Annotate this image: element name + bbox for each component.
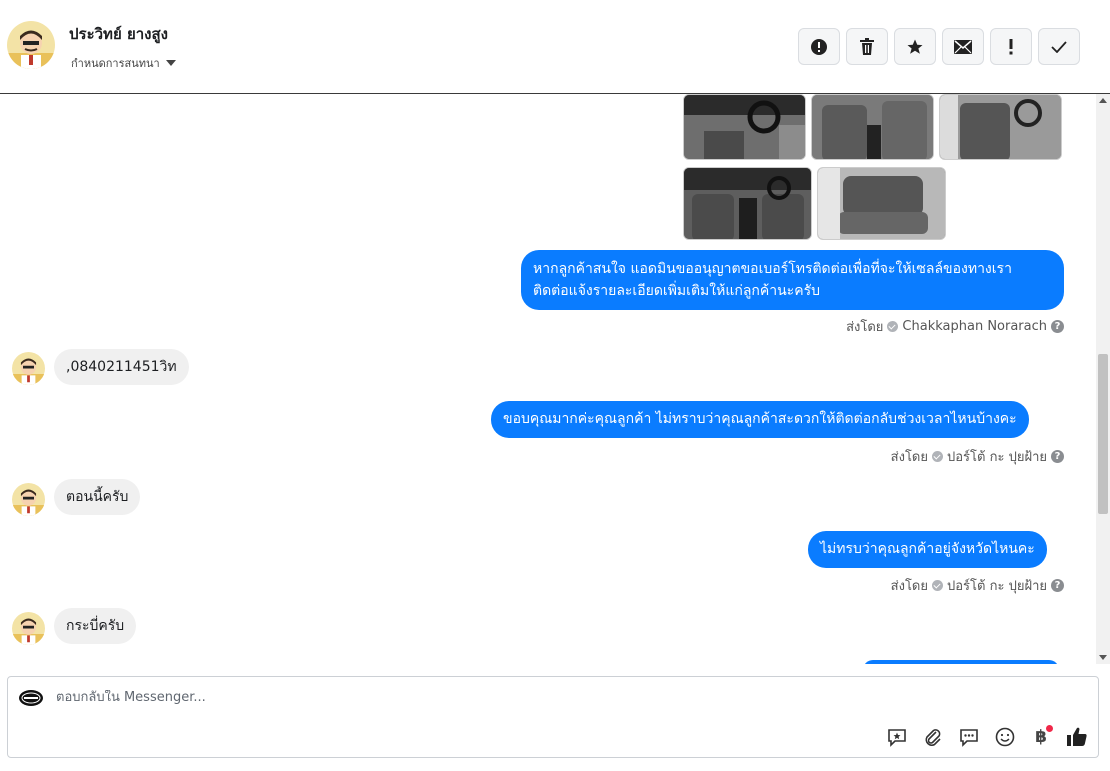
sent-by-info: ส่งโดย Chakkaphan Norarach ? [846, 316, 1064, 337]
emoji-button[interactable] [993, 725, 1017, 749]
outgoing-message[interactable]: ขอบคุณมากค่ะคุณลูกค้า ไม่ทราบว่าคุณลูกค้… [491, 401, 1029, 438]
thumbs-up-icon [1067, 727, 1087, 746]
reply-actions: ฿ [885, 725, 1089, 749]
incoming-message[interactable]: ,0840211451วิท [54, 349, 189, 385]
sent-by-label: ส่งโดย [890, 579, 928, 594]
contact-avatar-small[interactable] [12, 612, 45, 645]
help-icon[interactable]: ? [1051, 450, 1064, 463]
sender-name: ปอร์โต้ กะ ปุยฝ้าย [947, 579, 1047, 594]
car-photo-1[interactable] [683, 94, 806, 160]
chat-star-icon [888, 729, 906, 747]
sender-name: ปอร์โต้ กะ ปุยฝ้าย [947, 450, 1047, 465]
delete-button[interactable] [846, 28, 888, 65]
star-button[interactable] [894, 28, 936, 65]
envelope-icon [954, 39, 972, 54]
scroll-thumb[interactable] [1098, 354, 1108, 514]
contact-avatar-small[interactable] [12, 352, 45, 385]
alert-circle-icon [811, 38, 827, 55]
notification-dot [1046, 725, 1053, 732]
follow-up-button[interactable] [990, 28, 1032, 65]
scroll-down-arrow-icon[interactable] [1099, 655, 1107, 660]
reply-box: ฿ [7, 676, 1099, 758]
car-photo-2[interactable] [811, 94, 934, 160]
sender-name: Chakkaphan Norarach [902, 319, 1047, 334]
contact-avatar-small[interactable] [12, 483, 45, 516]
incoming-message[interactable]: ตอนนี้ครับ [54, 479, 141, 515]
check-icon [1051, 40, 1067, 53]
assign-label: กำหนดการสนทนา [71, 57, 160, 70]
verified-icon [932, 451, 943, 462]
sent-by-info: ส่งโดย ปอร์โต้ กะ ปุยฝ้าย ? [891, 446, 1064, 467]
trash-icon [860, 37, 874, 55]
outgoing-message[interactable]: ไม่ทรบว่าคุณลูกค้าอยู่จังหวัดไหนคะ [808, 531, 1047, 568]
saved-replies-button[interactable] [885, 725, 909, 749]
message-text: ติดต่อแจ้งรายละเอียดเพิ่มเติมให้แก่ลูกค้… [533, 283, 820, 299]
sent-by-label: ส่งโดย [846, 320, 884, 335]
car-photo-5[interactable] [817, 167, 946, 240]
paperclip-icon [925, 729, 941, 746]
like-button[interactable] [1065, 725, 1089, 749]
outgoing-message[interactable]: หากลูกค้าสนใจ แอดมินขออนุญาตขอเบอร์โทรติ… [521, 250, 1064, 310]
contact-name: ประวิทย์ ยางสูง [69, 25, 168, 43]
verified-icon [887, 321, 899, 332]
star-icon [907, 39, 923, 54]
chat-bubble-dots-icon [960, 729, 978, 747]
caret-down-icon [165, 60, 176, 66]
page-logo [18, 689, 44, 707]
sent-by-label: ส่งโดย [890, 450, 928, 465]
sent-by-info: ส่งโดย ปอร์โต้ กะ ปุยฝ้าย ? [891, 575, 1064, 596]
payment-button[interactable]: ฿ [1029, 725, 1053, 749]
conversation-toolbar [798, 28, 1080, 65]
quick-reply-button[interactable] [957, 725, 981, 749]
car-photo-3[interactable] [939, 94, 1062, 160]
message-thread: หากลูกค้าสนใจ แอดมินขออนุญาตขอเบอร์โทรติ… [0, 94, 1096, 664]
message-scrollbar[interactable] [1096, 94, 1110, 664]
mark-done-button[interactable] [1038, 28, 1080, 65]
baht-icon: ฿ [1035, 727, 1047, 747]
message-text: หากลูกค้าสนใจ แอดมินขออนุญาตขอเบอร์โทรติ… [533, 261, 1012, 277]
message-text: ขอบคุณมากค่ะคุณลูกค้า ไม่ทราบว่าคุณลูกค้… [503, 411, 1017, 427]
mark-unread-button[interactable] [942, 28, 984, 65]
help-icon[interactable]: ? [1051, 320, 1064, 333]
contact-avatar[interactable] [7, 21, 55, 69]
message-text: ไม่ทรบว่าคุณลูกค้าอยู่จังหวัดไหนคะ [820, 541, 1035, 557]
spam-button[interactable] [798, 28, 840, 65]
assign-conversation-dropdown[interactable]: กำหนดการสนทนา [71, 54, 176, 72]
scroll-up-arrow-icon[interactable] [1099, 98, 1107, 103]
car-photo-4[interactable] [683, 167, 812, 240]
outgoing-message-partial[interactable] [863, 660, 1059, 664]
verified-icon [932, 580, 943, 591]
attach-button[interactable] [921, 725, 945, 749]
smiley-icon [995, 727, 1015, 747]
conversation-header: ประวิทย์ ยางสูง กำหนดการสนทนา [0, 0, 1110, 94]
exclamation-icon [1009, 38, 1013, 54]
help-icon[interactable]: ? [1051, 579, 1064, 592]
reply-input[interactable] [56, 690, 756, 705]
incoming-message[interactable]: กระบี่ครับ [54, 608, 137, 644]
